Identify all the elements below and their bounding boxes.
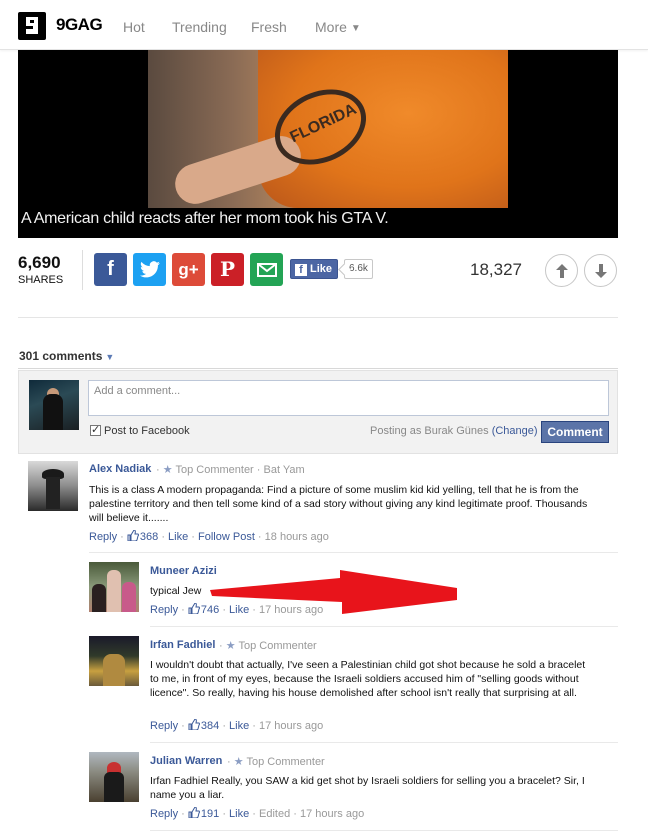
google-plus-icon: g+: [178, 260, 199, 279]
post-to-facebook-checkbox[interactable]: Post to Facebook: [90, 423, 190, 437]
comment-text: I wouldn't doubt that actually, I've see…: [150, 659, 586, 699]
comment-compose: Add a comment... Post to Facebook Postin…: [18, 370, 618, 454]
facebook-icon: f: [107, 258, 114, 280]
like-count: 191: [200, 808, 220, 820]
change-account-link[interactable]: (Change): [492, 425, 538, 437]
commenter-meta: · ★ Top Commenter: [219, 640, 317, 652]
avatar: [29, 380, 79, 430]
thumbs-up-icon: [188, 807, 200, 818]
annotation-arrow-icon: [210, 570, 457, 614]
avatar[interactable]: [89, 752, 139, 802]
divider: [150, 830, 618, 831]
divider: [150, 626, 618, 627]
pinterest-icon: P: [219, 257, 236, 281]
comments-count-label: 301 comments: [19, 349, 103, 363]
reply-link[interactable]: Reply: [89, 531, 117, 543]
google-plus-share-button[interactable]: g+: [172, 253, 205, 286]
facebook-share-button[interactable]: f: [94, 253, 127, 286]
email-icon: [256, 263, 277, 277]
top-commenter-badge: Top Commenter: [246, 756, 325, 768]
avatar[interactable]: [28, 461, 78, 511]
comment-text: Irfan Fadhiel Really, you SAW a kid get …: [150, 775, 585, 801]
nav-hot[interactable]: Hot: [123, 19, 145, 35]
nav-more-label: More: [315, 19, 347, 35]
comment-actions: Reply · 368 · Like · Follow Post · 18 ho…: [89, 530, 329, 543]
comment-time: 17 hours ago: [259, 720, 324, 732]
commenter-location: Bat Yam: [263, 464, 305, 476]
arrow-down-icon: [595, 264, 607, 278]
commenter-name[interactable]: Julian Warren: [150, 755, 222, 767]
reply-link[interactable]: Reply: [150, 604, 178, 616]
facebook-like-count: 6.6k: [344, 259, 373, 279]
commenter-meta: · ★ Top Commenter: [227, 756, 325, 768]
posting-as-text: Posting as Burak Günes (Change): [370, 425, 538, 437]
caret-down-icon: ▼: [105, 352, 115, 362]
comment-time: 17 hours ago: [300, 808, 365, 820]
thumbs-up-icon: [127, 530, 139, 541]
9gag-logo-icon[interactable]: [18, 12, 46, 40]
nav-more[interactable]: More ▼: [315, 19, 361, 35]
nav-fresh[interactable]: Fresh: [251, 19, 287, 35]
shares-label: SHARES: [18, 274, 64, 286]
pinterest-share-button[interactable]: P: [211, 253, 244, 286]
comment-text: This is a class A modern propaganda: Fin…: [89, 484, 588, 524]
top-nav: 9GAG Hot Trending Fresh More ▼: [0, 0, 648, 50]
posting-as-label: Posting as Burak Günes: [370, 425, 489, 437]
star-icon: ★: [225, 640, 236, 652]
comment-input[interactable]: Add a comment...: [88, 380, 609, 416]
chevron-down-icon: ▼: [350, 23, 361, 34]
twitter-icon: [139, 261, 160, 278]
like-link[interactable]: Like: [229, 720, 249, 732]
facebook-like-label: Like: [310, 263, 333, 275]
avatar[interactable]: [89, 562, 139, 612]
reply-link[interactable]: Reply: [150, 720, 178, 732]
like-count: 368: [139, 531, 159, 543]
nav-trending[interactable]: Trending: [172, 19, 227, 35]
facebook-like-button[interactable]: f Like: [290, 259, 338, 279]
star-icon: ★: [162, 464, 173, 476]
logo-text[interactable]: 9GAG: [56, 15, 103, 35]
twitter-share-button[interactable]: [133, 253, 166, 286]
video-player[interactable]: FLORIDA A American child reacts after he…: [18, 50, 618, 238]
top-commenter-badge: Top Commenter: [175, 464, 254, 476]
points-count: 18,327: [470, 260, 522, 279]
arrow-up-icon: [556, 264, 568, 278]
shares-count: 6,690: [18, 253, 61, 272]
share-divider: [82, 250, 83, 290]
comment-text: typical Jew: [150, 585, 202, 597]
commenter-name[interactable]: Alex Nadiak: [89, 463, 151, 475]
divider: [18, 368, 618, 369]
reply-link[interactable]: Reply: [150, 808, 178, 820]
comment-time: 18 hours ago: [264, 531, 329, 543]
comments-count-dropdown[interactable]: 301 comments ▼: [19, 349, 114, 363]
like-link[interactable]: Like: [229, 808, 249, 820]
divider: [89, 552, 618, 553]
follow-post-link[interactable]: Follow Post: [198, 531, 255, 543]
commenter-meta: · ★ Top Commenter · Bat Yam: [156, 464, 305, 476]
thumbs-up-icon: [188, 603, 200, 614]
commenter-name[interactable]: Irfan Fadhiel: [150, 639, 215, 651]
comment-actions: Reply · 191 · Like · Edited · 17 hours a…: [150, 807, 365, 820]
comment-actions: Reply · 384 · Like · 17 hours ago: [150, 719, 324, 732]
like-count: 384: [200, 720, 220, 732]
divider: [18, 317, 618, 318]
avatar[interactable]: [89, 636, 139, 686]
downvote-button[interactable]: [584, 254, 617, 287]
facebook-icon: f: [295, 264, 307, 276]
thumbs-up-icon: [188, 719, 200, 730]
video-caption: A American child reacts after her mom to…: [21, 210, 389, 227]
edited-label: Edited: [259, 808, 291, 820]
comment-submit-button[interactable]: Comment: [541, 421, 609, 443]
top-commenter-badge: Top Commenter: [238, 640, 317, 652]
post-to-facebook-label: Post to Facebook: [104, 425, 190, 437]
divider: [150, 742, 618, 743]
star-icon: ★: [233, 756, 244, 768]
like-link[interactable]: Like: [168, 531, 188, 543]
checkbox-checked-icon[interactable]: [90, 423, 101, 436]
upvote-button[interactable]: [545, 254, 578, 287]
email-share-button[interactable]: [250, 253, 283, 286]
